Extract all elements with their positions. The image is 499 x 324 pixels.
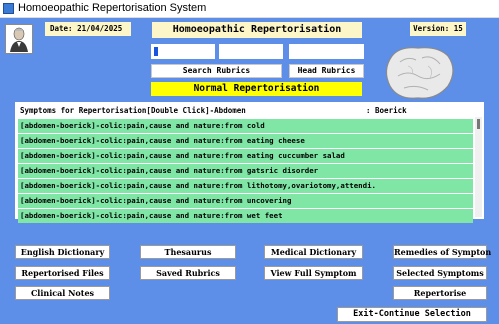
exit-continue-button[interactable]: Exit-Continue Selection [337,307,487,322]
search-input-3[interactable] [289,44,364,59]
title-bar: Homoeopathic Repertorisation System [0,0,499,18]
english-dictionary-button[interactable]: English Dictionary [15,245,110,259]
app-heading: Homoeopathic Repertorisation [152,22,362,38]
symptom-row[interactable]: [abdomen-boerick]-colic:pain,cause and n… [18,164,473,178]
hahnemann-portrait-icon [5,24,33,54]
thesaurus-button[interactable]: Thesaurus [140,245,236,259]
app-window: Homoeopathic Repertorisation System Date… [0,0,499,324]
symptom-row[interactable]: [abdomen-boerick]-colic:pain,cause and n… [18,149,473,163]
repertory-source: : Boerick [366,106,407,115]
version-display: Version: 15 [410,22,466,36]
symptom-row[interactable]: [abdomen-boerick]-colic:pain,cause and n… [18,209,473,223]
text-caret [154,47,158,56]
symptoms-list: [abdomen-boerick]-colic:pain,cause and n… [18,119,473,224]
search-input-2[interactable] [219,44,283,59]
symptom-row[interactable]: [abdomen-boerick]-colic:pain,cause and n… [18,134,473,148]
search-input[interactable] [151,44,215,59]
symptom-row[interactable]: [abdomen-boerick]-colic:pain,cause and n… [18,119,473,133]
date-display: Date: 21/04/2025 [45,22,131,36]
symptoms-list-title: Symptoms for Repertorisation[Double Clic… [20,106,246,115]
symptom-row[interactable]: [abdomen-boerick]-colic:pain,cause and n… [18,179,473,193]
list-scrollbar[interactable] [475,117,482,217]
symptom-row[interactable]: [abdomen-boerick]-colic:pain,cause and n… [18,194,473,208]
search-rubrics-button[interactable]: Search Rubrics [151,64,282,78]
app-icon [3,3,14,14]
window-title: Homoeopathic Repertorisation System [18,2,207,14]
medical-dictionary-button[interactable]: Medical Dictionary [264,245,363,259]
stomach-organ-icon [378,44,460,102]
saved-rubrics-button[interactable]: Saved Rubrics [140,266,236,280]
symptoms-list-header: Symptoms for Repertorisation[Double Clic… [20,105,470,117]
repertorise-button[interactable]: Repertorise [393,286,487,300]
view-full-symptom-button[interactable]: View Full Symptom [264,266,363,280]
remedies-of-symptom-button[interactable]: Remedies of Sympton [393,245,491,259]
mode-banner: Normal Repertorisation [151,82,362,96]
clinical-notes-button[interactable]: Clinical Notes [15,286,110,300]
selected-symptoms-button[interactable]: Selected Symptoms [393,266,487,280]
scrollbar-thumb[interactable] [477,119,480,129]
symptoms-list-panel: Symptoms for Repertorisation[Double Clic… [15,102,484,223]
repertorised-files-button[interactable]: Repertorised Files [15,266,110,280]
head-rubrics-button[interactable]: Head Rubrics [289,64,364,78]
